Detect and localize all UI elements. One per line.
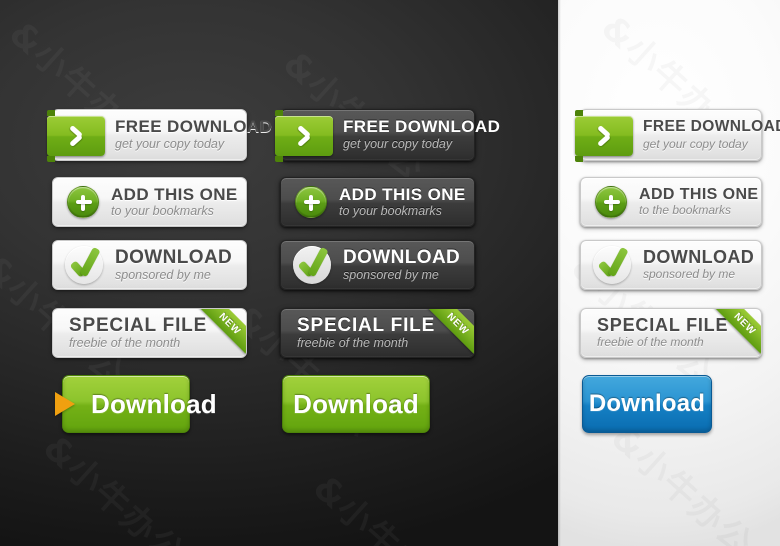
special-file-button[interactable]: SPECIAL FILE freebie of the month NEW: [52, 308, 247, 358]
big-download-button[interactable]: Download: [55, 375, 217, 433]
button-subtitle: freebie of the month: [297, 335, 409, 350]
button-subtitle: get your copy today: [343, 137, 453, 152]
button-title: Download: [293, 388, 419, 419]
arrow-flag-icon: [575, 110, 633, 162]
download-sponsored-button[interactable]: DOWNLOAD sponsored by me: [280, 240, 475, 290]
button-title: FREE DOWNLOAD: [115, 117, 273, 137]
button-title: ADD THIS ONE: [111, 184, 238, 204]
special-file-button[interactable]: SPECIAL FILE freebie of the month NEW: [280, 308, 475, 358]
button-title: SPECIAL FILE: [69, 314, 208, 336]
button-title: DOWNLOAD: [115, 246, 233, 268]
button-title: FREE DOWNLOAD: [643, 118, 780, 136]
add-this-one-button[interactable]: ADD THIS ONE to your bookmarks: [280, 177, 475, 227]
button-subtitle: freebie of the month: [69, 335, 181, 350]
button-title: Download: [91, 388, 217, 419]
button-subtitle: get your copy today: [115, 137, 225, 152]
button-title: Download: [588, 390, 706, 417]
button-title: FREE DOWNLOAD: [343, 117, 501, 137]
free-download-button[interactable]: FREE DOWNLOAD get your copy today: [575, 109, 780, 162]
button-subtitle: freebie of the month: [597, 335, 704, 350]
plus-circle-icon: [67, 186, 99, 218]
button-subtitle: to your bookmarks: [111, 203, 214, 218]
button-title: ADD THIS ONE: [339, 184, 466, 204]
new-badge-label: NEW: [731, 310, 759, 338]
special-file-button[interactable]: SPECIAL FILE freebie of the month NEW: [580, 308, 762, 358]
big-download-button[interactable]: Download: [582, 375, 712, 433]
button-title: ADD THIS ONE: [639, 185, 759, 203]
button-set-showcase: &小牛办公 &小牛办公 &小牛办公 &小牛办公 &小牛办公 &小牛办公 &小牛办…: [0, 0, 780, 546]
check-circle-icon: [593, 246, 631, 284]
button-title: DOWNLOAD: [343, 246, 461, 268]
download-sponsored-button[interactable]: DOWNLOAD sponsored by me: [580, 240, 762, 290]
add-this-one-button[interactable]: ADD THIS ONE to your bookmarks: [52, 177, 247, 227]
watermark: &小牛办公: [35, 428, 192, 546]
plus-circle-icon: [595, 186, 627, 218]
check-circle-icon: [293, 246, 331, 284]
free-download-button[interactable]: FREE DOWNLOAD get your copy today: [275, 109, 500, 162]
button-title: SPECIAL FILE: [297, 314, 436, 336]
button-title: SPECIAL FILE: [597, 315, 729, 336]
add-this-one-button[interactable]: ADD THIS ONE to the bookmarks: [580, 177, 762, 227]
arrow-flag-icon: [47, 110, 105, 162]
button-subtitle: sponsored by me: [343, 267, 439, 282]
button-subtitle: sponsored by me: [643, 267, 736, 282]
plus-circle-icon: [295, 186, 327, 218]
free-download-button[interactable]: FREE DOWNLOAD get your copy today: [47, 109, 272, 162]
new-badge-label: NEW: [216, 310, 244, 338]
button-subtitle: sponsored by me: [115, 267, 211, 282]
watermark: &小牛办公: [605, 420, 758, 546]
watermark: &小牛办公: [305, 468, 462, 546]
arrow-flag-icon: [275, 110, 333, 162]
button-subtitle: to your bookmarks: [339, 203, 442, 218]
big-download-button[interactable]: Download: [282, 375, 430, 433]
check-circle-icon: [65, 246, 103, 284]
orange-arrow-icon: [55, 392, 75, 416]
new-badge-label: NEW: [444, 310, 472, 338]
button-subtitle: to the bookmarks: [639, 203, 732, 218]
download-sponsored-button[interactable]: DOWNLOAD sponsored by me: [52, 240, 247, 290]
button-subtitle: get your copy today: [643, 136, 748, 151]
button-title: DOWNLOAD: [643, 247, 755, 268]
